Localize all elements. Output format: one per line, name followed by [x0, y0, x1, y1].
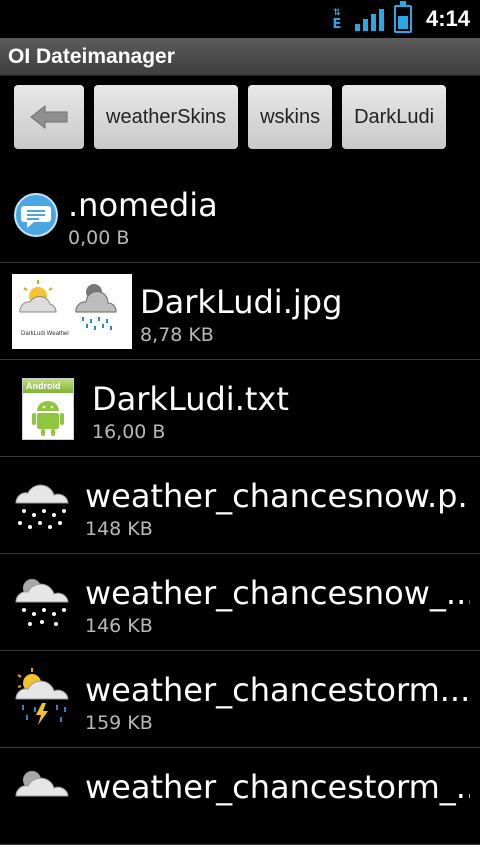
- image-thumbnail: DarkLudi Weather: [12, 274, 132, 349]
- app-title-bar: OI Dateimanager: [0, 38, 480, 76]
- breadcrumb-weatherskins[interactable]: weatherSkins: [94, 85, 239, 149]
- file-name: .nomedia: [68, 186, 218, 224]
- file-name: weather_chancesnow.p...: [85, 477, 470, 515]
- file-row-darkludi-txt[interactable]: Android DarkLudi.txt 16,00 B: [0, 360, 480, 457]
- file-row-weather-chancesnow-2[interactable]: weather_chancesnow_... 146 KB: [0, 554, 480, 651]
- file-row-weather-chancestorm-2[interactable]: weather_chancestorm_...: [0, 748, 480, 845]
- file-list: .nomedia 0,00 B DarkLudi Weather DarkLud…: [0, 166, 480, 845]
- storm-cloud-icon: [15, 771, 69, 797]
- file-size: 146 KB: [85, 615, 153, 637]
- edge-data-icon: ⇅ E: [332, 8, 342, 32]
- file-name: DarkLudi.txt: [92, 380, 289, 418]
- file-name: weather_chancestorm....: [85, 671, 470, 709]
- weather-preview-icon: [19, 280, 117, 330]
- breadcrumb-darkludi[interactable]: DarkLudi: [342, 85, 447, 149]
- file-row-weather-chancesnow-1[interactable]: weather_chancesnow.p... 148 KB: [0, 457, 480, 554]
- file-name: weather_chancestorm_...: [85, 768, 470, 806]
- android-label: Android: [23, 379, 73, 393]
- status-time: 4:14: [425, 6, 470, 31]
- chat-bubble-icon: [14, 193, 58, 237]
- battery-icon: [393, 1, 412, 33]
- app-title: OI Dateimanager: [8, 44, 175, 68]
- snow-cloud-icon: [15, 484, 69, 529]
- file-size: 8,78 KB: [140, 324, 214, 346]
- file-size: 0,00 B: [68, 227, 130, 249]
- file-size: 159 KB: [85, 712, 153, 734]
- file-size: 148 KB: [85, 518, 153, 540]
- android-robot-icon: [32, 401, 64, 436]
- file-name: DarkLudi.jpg: [140, 283, 343, 321]
- signal-bars-icon: [354, 7, 384, 31]
- file-row-nomedia[interactable]: .nomedia 0,00 B: [0, 166, 480, 263]
- android-text-icon: Android: [22, 378, 74, 440]
- file-name: weather_chancesnow_...: [85, 574, 470, 612]
- thumbnail-caption: DarkLudi Weather: [21, 331, 70, 337]
- status-bar: ⇅ E 4:14: [0, 0, 480, 38]
- sun-snow-cloud-icon: [15, 579, 69, 626]
- storm-cloud-icon: [15, 668, 69, 725]
- file-row-darkludi-jpg[interactable]: DarkLudi Weather DarkLudi.jpg 8,78 KB: [0, 263, 480, 360]
- file-size: 16,00 B: [92, 421, 166, 443]
- breadcrumb: weatherSkins wskins DarkLudi: [14, 85, 447, 149]
- back-button[interactable]: [14, 85, 84, 149]
- file-row-weather-chancestorm-1[interactable]: weather_chancestorm.... 159 KB: [0, 651, 480, 748]
- breadcrumb-wskins[interactable]: wskins: [248, 85, 333, 149]
- back-arrow-icon: [30, 104, 68, 130]
